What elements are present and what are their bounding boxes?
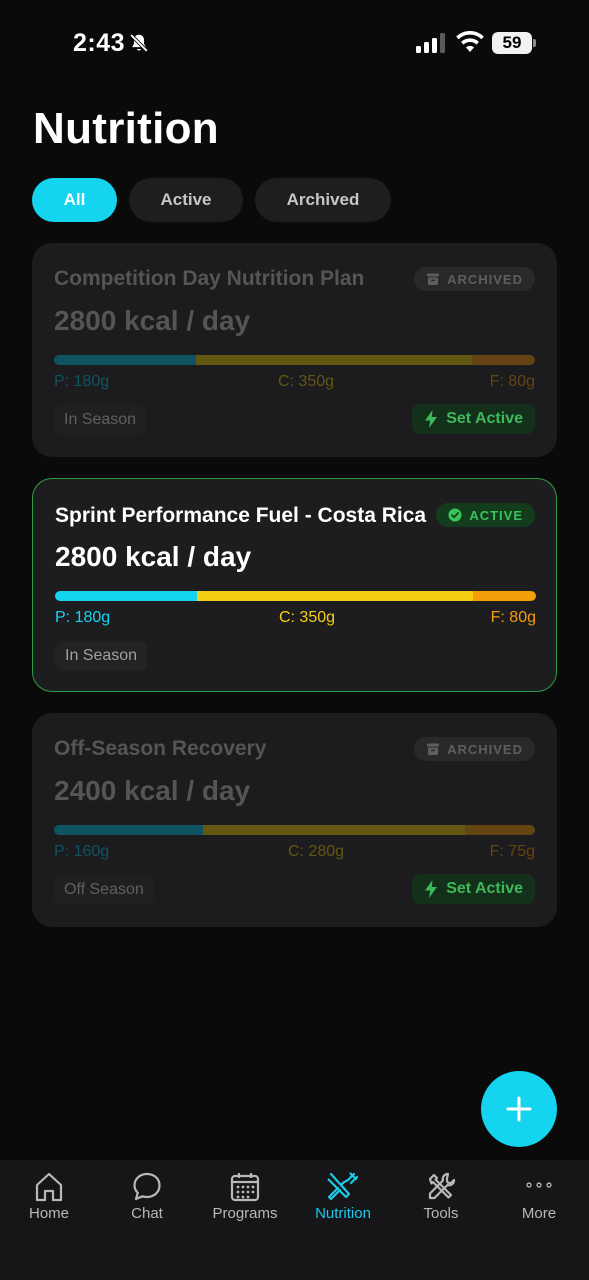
protein-segment bbox=[54, 825, 204, 835]
season-tag: In Season bbox=[55, 641, 148, 671]
set-active-label: Set Active bbox=[446, 410, 523, 427]
fat-segment bbox=[465, 825, 535, 835]
check-circle-icon bbox=[448, 508, 462, 522]
status-badge-label: ACTIVE bbox=[469, 507, 523, 523]
protein-segment bbox=[55, 591, 197, 601]
macro-bar bbox=[55, 591, 536, 601]
battery-level: 59 bbox=[492, 32, 532, 54]
fork-knife-icon bbox=[327, 1172, 359, 1201]
tab-chat[interactable]: Chat bbox=[98, 1170, 196, 1222]
macro-labels: P: 180g C: 350g F: 80g bbox=[55, 609, 536, 629]
cellular-signal-icon bbox=[416, 33, 445, 53]
filter-tab-all[interactable]: All bbox=[32, 178, 117, 222]
season-tag: Off Season bbox=[54, 875, 154, 905]
set-active-button[interactable]: Set Active bbox=[412, 404, 535, 434]
fat-label: F: 80g bbox=[490, 609, 536, 626]
plan-card[interactable]: Sprint Performance Fuel - Costa Rica ACT… bbox=[32, 478, 557, 692]
status-badge: ARCHIVED bbox=[414, 267, 535, 291]
plan-title: Off-Season Recovery bbox=[54, 737, 267, 760]
tab-programs[interactable]: Programs bbox=[196, 1170, 294, 1222]
lightning-bolt-icon bbox=[425, 410, 438, 428]
set-active-label: Set Active bbox=[446, 880, 523, 897]
tab-label: Nutrition bbox=[315, 1205, 371, 1222]
wifi-icon bbox=[456, 31, 484, 52]
tab-label: More bbox=[521, 1205, 557, 1222]
status-bar: 2:43 59 bbox=[0, 0, 589, 88]
protein-label: P: 160g bbox=[54, 843, 110, 860]
plan-card[interactable]: Competition Day Nutrition Plan ARCHIVED … bbox=[32, 243, 557, 457]
battery-cap bbox=[533, 39, 536, 47]
tab-label: Home bbox=[28, 1205, 69, 1222]
protein-label: P: 180g bbox=[55, 609, 111, 626]
protein-label: P: 180g bbox=[54, 373, 110, 390]
status-badge-label: ARCHIVED bbox=[447, 741, 523, 757]
carbs-label: C: 350g bbox=[278, 609, 336, 626]
macro-bar bbox=[54, 355, 535, 365]
archive-icon bbox=[427, 743, 440, 755]
macro-labels: P: 180g C: 350g F: 80g bbox=[54, 373, 535, 393]
chat-icon bbox=[133, 1172, 161, 1201]
home-icon bbox=[35, 1172, 63, 1202]
carbs-segment bbox=[195, 355, 473, 365]
set-active-button[interactable]: Set Active bbox=[412, 874, 535, 904]
tab-more[interactable]: More bbox=[490, 1170, 588, 1222]
tools-icon bbox=[428, 1172, 456, 1200]
lightning-bolt-icon bbox=[425, 880, 438, 898]
plan-title: Sprint Performance Fuel - Costa Rica bbox=[55, 504, 427, 527]
tab-tools[interactable]: Tools bbox=[392, 1170, 490, 1222]
tab-nutrition[interactable]: Nutrition bbox=[294, 1170, 392, 1222]
macro-labels: P: 160g C: 280g F: 75g bbox=[54, 843, 535, 863]
page-title: Nutrition bbox=[33, 104, 219, 153]
carbs-segment bbox=[203, 825, 466, 835]
carbs-label: C: 280g bbox=[287, 843, 345, 860]
macro-bar bbox=[54, 825, 535, 835]
bell-muted-icon bbox=[129, 33, 149, 53]
fat-segment bbox=[473, 591, 536, 601]
battery-indicator: 59 bbox=[492, 32, 536, 54]
plan-calories: 2800 kcal / day bbox=[54, 305, 251, 336]
plan-card[interactable]: Off-Season Recovery ARCHIVED 2400 kcal /… bbox=[32, 713, 557, 927]
filter-tabs: All Active Archived bbox=[32, 178, 391, 222]
tab-home[interactable]: Home bbox=[0, 1170, 98, 1222]
filter-tab-archived[interactable]: Archived bbox=[255, 178, 391, 222]
status-badge: ACTIVE bbox=[436, 503, 535, 527]
filter-tab-active[interactable]: Active bbox=[129, 178, 243, 222]
fat-label: F: 75g bbox=[489, 843, 535, 860]
fat-segment bbox=[472, 355, 535, 365]
season-tag: In Season bbox=[54, 405, 147, 435]
status-time: 2:43 bbox=[73, 29, 126, 57]
tab-label: Chat bbox=[131, 1205, 163, 1222]
more-dots-icon bbox=[526, 1182, 552, 1188]
carbs-segment bbox=[196, 591, 474, 601]
tab-label: Tools bbox=[423, 1205, 459, 1222]
status-badge-label: ARCHIVED bbox=[447, 271, 523, 287]
plan-calories: 2400 kcal / day bbox=[54, 775, 251, 806]
status-badge: ARCHIVED bbox=[414, 737, 535, 761]
add-plan-button[interactable] bbox=[481, 1071, 557, 1147]
plan-title: Competition Day Nutrition Plan bbox=[54, 267, 365, 290]
plus-icon bbox=[506, 1096, 532, 1122]
archive-icon bbox=[427, 273, 440, 285]
calendar-icon bbox=[230, 1173, 260, 1202]
fat-label: F: 80g bbox=[489, 373, 535, 390]
bottom-tab-bar: Home Chat Programs Nutrition Tools More bbox=[0, 1160, 589, 1280]
tab-label: Programs bbox=[212, 1205, 278, 1222]
protein-segment bbox=[54, 355, 196, 365]
carbs-label: C: 350g bbox=[277, 373, 335, 390]
plan-calories: 2800 kcal / day bbox=[55, 541, 252, 572]
